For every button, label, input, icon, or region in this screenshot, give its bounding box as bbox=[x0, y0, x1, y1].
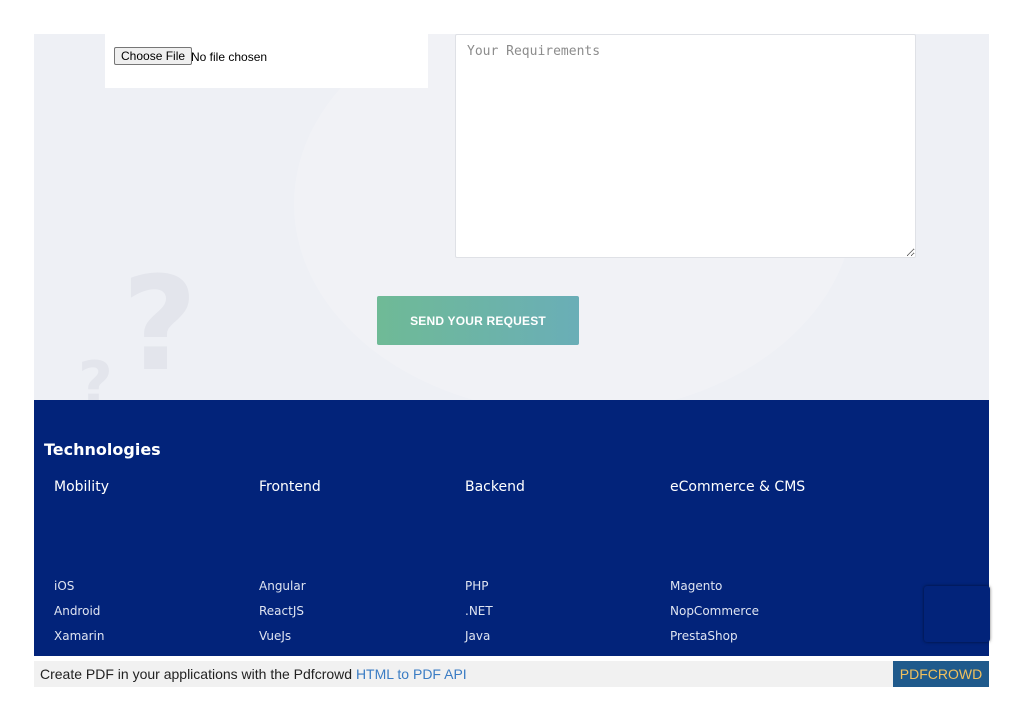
tech-column-heading: eCommerce & CMS bbox=[670, 479, 806, 495]
question-mark-decoration-small: ? bbox=[78, 349, 113, 400]
requirements-textarea[interactable] bbox=[455, 34, 916, 258]
file-upload-card: Choose File No file chosen bbox=[105, 34, 428, 88]
pdfcrowd-text: Create PDF in your applications with the… bbox=[40, 666, 467, 682]
technologies-title: Technologies bbox=[44, 440, 161, 459]
tech-item[interactable]: VueJs bbox=[259, 629, 439, 654]
tech-column-mobility: Mobility iOS Android Xamarin bbox=[54, 479, 109, 643]
question-mark-decoration-large: ? bbox=[122, 248, 198, 400]
recaptcha-badge[interactable] bbox=[924, 586, 990, 642]
tech-item[interactable]: ReactJS bbox=[259, 604, 439, 629]
file-status-text: No file chosen bbox=[191, 50, 268, 64]
tech-item[interactable]: .NET bbox=[465, 604, 645, 629]
page: ? ? Choose File No file chosen SEND YOUR… bbox=[34, 0, 990, 724]
pdfcrowd-badge[interactable]: PDFCROWD bbox=[893, 661, 989, 687]
tech-column-frontend: Frontend Angular ReactJS VueJs bbox=[259, 479, 321, 643]
tech-list: iOS Android Xamarin bbox=[54, 579, 234, 654]
send-request-button[interactable]: SEND YOUR REQUEST bbox=[377, 296, 579, 345]
tech-item[interactable]: PHP bbox=[465, 579, 645, 604]
tech-item[interactable]: iOS bbox=[54, 579, 234, 604]
tech-item[interactable]: Android bbox=[54, 604, 234, 629]
tech-column-heading: Frontend bbox=[259, 479, 321, 495]
request-form-section: ? ? Choose File No file chosen SEND YOUR… bbox=[34, 34, 989, 400]
tech-item[interactable]: Xamarin bbox=[54, 629, 234, 654]
tech-column-backend: Backend PHP .NET Java bbox=[465, 479, 525, 643]
tech-item[interactable]: Angular bbox=[259, 579, 439, 604]
tech-column-heading: Backend bbox=[465, 479, 525, 495]
tech-item[interactable]: PrestaShop bbox=[670, 629, 850, 654]
tech-list: Angular ReactJS VueJs bbox=[259, 579, 439, 654]
tech-column-ecommerce-cms: eCommerce & CMS Magento NopCommerce Pres… bbox=[670, 479, 806, 643]
pdfcrowd-api-link[interactable]: HTML to PDF API bbox=[356, 666, 467, 682]
pdfcrowd-banner: Create PDF in your applications with the… bbox=[34, 661, 989, 687]
pdfcrowd-message: Create PDF in your applications with the… bbox=[40, 666, 356, 682]
technologies-footer: Technologies Mobility iOS Android Xamari… bbox=[34, 400, 990, 656]
tech-list: PHP .NET Java bbox=[465, 579, 645, 654]
tech-item[interactable]: Java bbox=[465, 629, 645, 654]
tech-item[interactable]: NopCommerce bbox=[670, 604, 850, 629]
tech-column-heading: Mobility bbox=[54, 479, 109, 495]
tech-list: Magento NopCommerce PrestaShop bbox=[670, 579, 850, 654]
tech-item[interactable]: Magento bbox=[670, 579, 850, 604]
choose-file-button[interactable]: Choose File bbox=[114, 47, 193, 65]
